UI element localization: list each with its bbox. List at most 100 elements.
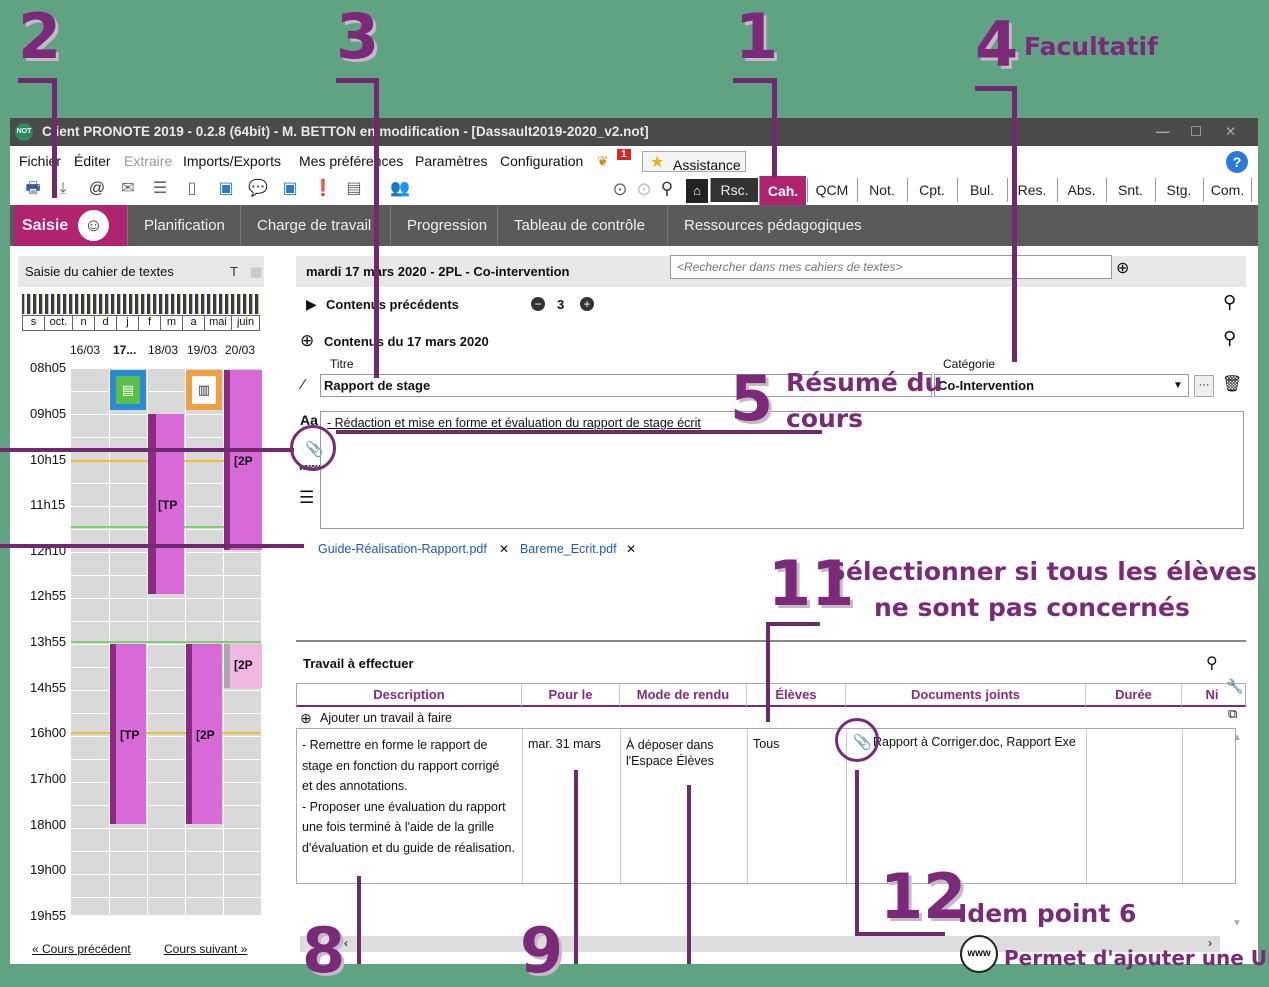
attached-file[interactable]: Guide-Réalisation-Rapport.pdf [318, 542, 487, 556]
alert-icon[interactable]: ❗ [313, 180, 333, 198]
gtab-rsc[interactable]: Rsc. [710, 178, 758, 202]
day-1703[interactable]: 17... [113, 343, 136, 357]
annotation-label: Idem point 6 [958, 899, 1137, 928]
gtab-bul[interactable]: Bul. [957, 178, 1006, 202]
course-block[interactable]: [TP [148, 414, 184, 594]
list-icon[interactable]: ☰ [150, 180, 170, 198]
annotation-label: cours [786, 404, 864, 433]
add-work-icon[interactable]: ⊕ [300, 710, 312, 727]
work-students[interactable]: Tous [753, 737, 779, 751]
work-due-date[interactable]: mar. 31 mars [528, 737, 601, 751]
butterfly-icon[interactable]: ❦ [597, 153, 609, 170]
menu-preferences[interactable]: Mes préférences [299, 153, 403, 169]
phone-icon[interactable]: ▯ [182, 180, 202, 198]
home-icon[interactable]: ⌂ [686, 179, 708, 203]
chat-icon[interactable]: 💬 [248, 180, 268, 198]
magic-wand-icon[interactable]: ⁄ [302, 376, 305, 393]
gtab-stg[interactable]: Stg. [1155, 178, 1202, 202]
course-block[interactable]: ▤ [110, 370, 146, 410]
work-row[interactable]: - Remettre en forme le rapport de stage e… [296, 728, 1236, 885]
menu-extraire[interactable]: Extraire [124, 153, 172, 169]
group-icon[interactable]: 👥 [382, 180, 418, 198]
annotation-number: 4 [975, 8, 1019, 81]
add-content-icon[interactable]: ⊕ [300, 331, 314, 351]
wrench-icon[interactable]: 🔧 [1226, 678, 1243, 695]
close-icon[interactable]: ✕ [1225, 118, 1236, 146]
annotation-number: 8 [302, 914, 346, 987]
scroll-up-icon[interactable]: ▲ [1232, 732, 1242, 743]
course-block[interactable]: [TP [110, 644, 146, 824]
day-1603[interactable]: 16/03 [70, 343, 100, 357]
scroll-down-icon[interactable]: ▼ [1232, 918, 1242, 929]
time-label: 14h55 [30, 680, 67, 695]
day-1903[interactable]: 19/03 [187, 343, 217, 357]
tab-ressources[interactable]: Ressources pédagogiques [668, 205, 1258, 246]
menu-parametres[interactable]: Paramètres [415, 153, 487, 169]
prev-contents-label[interactable]: Contenus précédents [326, 297, 459, 312]
menu-imports-exports[interactable]: Imports/Exports [183, 153, 281, 169]
minimize-icon[interactable]: — [1156, 118, 1170, 146]
gtab-snt[interactable]: Snt. [1106, 178, 1154, 202]
search-icon[interactable]: ⚲ [657, 180, 677, 198]
at-icon[interactable]: @ [87, 180, 107, 198]
tab-tableau-controle[interactable]: Tableau de contrôle [498, 205, 668, 246]
tab-planification[interactable]: Planification [128, 205, 241, 246]
add-work-link[interactable]: Ajouter un travail à faire [320, 711, 452, 725]
menu-bar: Fichier Éditer Extraire Imports/Exports … [10, 149, 1258, 175]
zoom-icon[interactable]: ⚲ [1223, 328, 1236, 349]
course-block[interactable]: [2P [224, 644, 262, 688]
work-documents[interactable]: Rapport à Corriger.doc, Rapport Exe [873, 735, 1083, 749]
expand-arrow-icon[interactable]: ▶ [306, 296, 317, 313]
month-strip: s oct. n d j f m a mai juin [22, 315, 260, 331]
back-icon[interactable]: ⊙ [610, 180, 630, 198]
course-block[interactable]: [2P [186, 644, 222, 824]
globe-icon[interactable]: ⊕ [1116, 258, 1129, 278]
bullet-list-icon[interactable]: ☰ [299, 488, 314, 508]
tab-charge-travail[interactable]: Charge de travail [241, 205, 391, 246]
remove-file-icon[interactable]: ✕ [499, 542, 509, 556]
zoom-icon[interactable]: ⚲ [1223, 292, 1236, 313]
day-2003[interactable]: 20/03 [225, 343, 255, 357]
menu-configuration[interactable]: Configuration [500, 153, 583, 169]
course-block[interactable]: [2P [224, 370, 262, 550]
filter-icon[interactable]: T [230, 256, 238, 287]
tab-saisie[interactable]: Saisie ☺ [14, 205, 128, 246]
annotation-number: 5 [730, 362, 774, 435]
trash-icon[interactable]: 🗑 [1222, 374, 1242, 394]
time-label: 08h05 [30, 360, 67, 375]
gtab-cpt[interactable]: Cpt. [907, 178, 956, 202]
screen-icon[interactable]: ▣ [216, 180, 236, 198]
gtab-abs[interactable]: Abs. [1057, 178, 1105, 202]
maximize-icon[interactable]: ☐ [1190, 118, 1202, 146]
course-block[interactable]: ▥ [186, 370, 222, 410]
attached-file[interactable]: Bareme_Ecrit.pdf [520, 542, 617, 556]
remove-file-icon[interactable]: ✕ [626, 542, 636, 556]
gtab-com[interactable]: Com. [1203, 178, 1252, 202]
help-icon[interactable]: ? [1226, 151, 1248, 173]
mail-icon[interactable]: ✉ [118, 180, 138, 198]
prev-course-link[interactable]: « Cours précédent [32, 942, 131, 956]
more-button[interactable]: ··· [1194, 375, 1214, 397]
tab-progression[interactable]: Progression [391, 205, 498, 246]
gtab-not[interactable]: Not. [857, 178, 906, 202]
card-icon[interactable]: ▤ [344, 180, 364, 198]
gtab-qcm[interactable]: QCM [807, 178, 856, 202]
copy-icon[interactable]: ⧉ [1228, 706, 1237, 722]
zoom-icon[interactable]: ⚲ [1206, 653, 1218, 673]
plus-icon[interactable]: + [580, 297, 594, 311]
contents-title: Contenus du 17 mars 2020 [324, 334, 489, 349]
week-strip[interactable] [22, 294, 260, 314]
menu-editer[interactable]: Éditer [74, 153, 111, 169]
day-1803[interactable]: 18/03 [148, 343, 178, 357]
forward-icon[interactable]: ⊙ [634, 180, 654, 198]
minus-icon[interactable]: − [531, 297, 545, 311]
monitor-icon[interactable]: ▣ [280, 180, 300, 198]
course-summary-editor[interactable]: - Rédaction et mise en forme et évaluati… [320, 411, 1244, 529]
search-input[interactable] [670, 255, 1112, 279]
gtab-cah[interactable]: Cah. [759, 176, 806, 206]
print-icon[interactable]: 🖶 [23, 180, 43, 198]
options-icon[interactable]: ▦ [250, 256, 262, 287]
categorie-select[interactable]: Co-Intervention ▼ [934, 374, 1189, 397]
next-course-link[interactable]: Cours suivant » [164, 942, 247, 956]
work-mode[interactable]: À déposer dans l'Espace Élèves [626, 737, 714, 769]
